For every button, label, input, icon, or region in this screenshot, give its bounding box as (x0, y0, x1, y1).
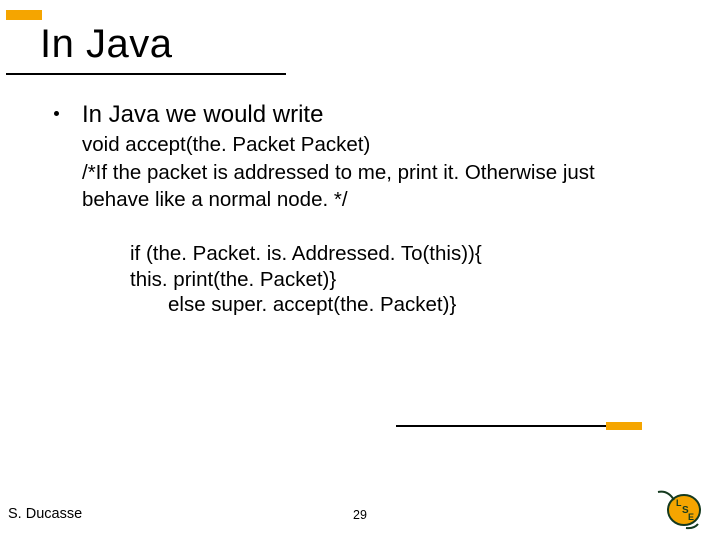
code-block: if (the. Packet. is. Addressed. To(this)… (48, 241, 692, 318)
footer-author: S. Ducasse (8, 506, 82, 522)
rule-line-icon (396, 425, 606, 427)
lse-logo-icon: L S E (654, 488, 706, 530)
code-line: if (the. Packet. is. Addressed. To(this)… (130, 241, 692, 267)
bullet-item: In Java we would write (48, 100, 692, 130)
rule-accent-icon (606, 422, 642, 430)
title-block: In Java (0, 10, 286, 75)
slide: In Java In Java we would write void acce… (0, 0, 720, 540)
bullet-heading: In Java we would write (82, 100, 692, 130)
footer-page-number: 29 (353, 508, 367, 522)
code-line: this. print(the. Packet)} (130, 267, 692, 293)
underline-dark-icon (6, 73, 286, 75)
body-line: behave like a normal node. */ (48, 187, 692, 213)
code-line: else super. accept(the. Packet)} (130, 292, 692, 318)
bullet-dot-icon (54, 111, 59, 116)
slide-title: In Java (0, 22, 286, 73)
body-line: /*If the packet is addressed to me, prin… (48, 160, 692, 186)
title-underline (0, 73, 286, 75)
bottom-rule (396, 422, 642, 430)
accent-bar-icon (6, 10, 42, 20)
svg-text:E: E (688, 512, 694, 522)
body-content: In Java we would write void accept(the. … (48, 100, 692, 318)
body-line: void accept(the. Packet Packet) (48, 132, 692, 158)
